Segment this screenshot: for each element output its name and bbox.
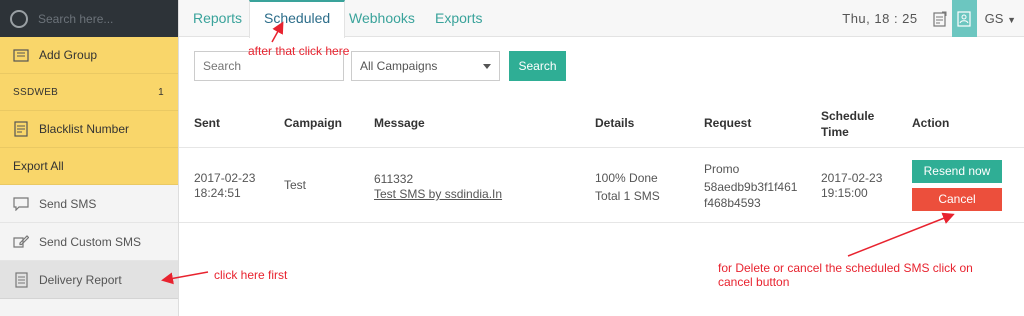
arrow-to-cancel-button — [847, 212, 955, 257]
arrow-to-scheduled-tab — [271, 21, 284, 43]
annotation-arrows — [161, 21, 955, 285]
arrow-to-delivery-report — [161, 271, 209, 285]
